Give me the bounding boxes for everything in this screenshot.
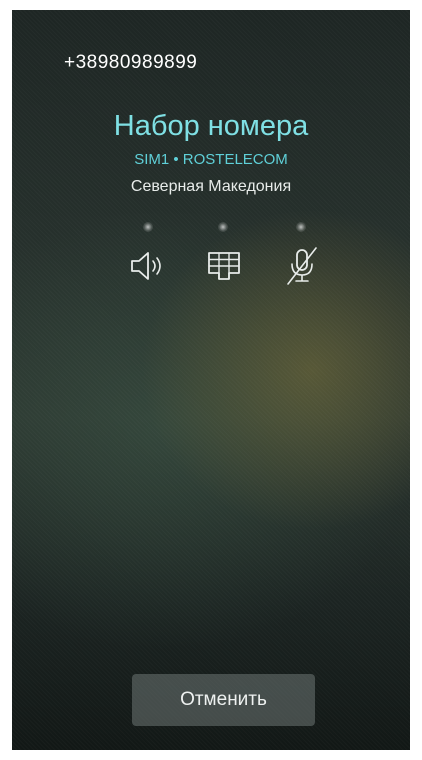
caller-location: Северная Македония bbox=[130, 178, 292, 195]
mute-button[interactable] bbox=[273, 222, 329, 298]
speaker-button[interactable] bbox=[120, 222, 176, 298]
speaker-icon bbox=[131, 252, 161, 280]
call-status: Набор номера bbox=[113, 110, 309, 142]
cancel-call-button[interactable]: Отменить bbox=[132, 674, 315, 726]
sim-operator-label: SIM1 • ROSTELECOM bbox=[134, 151, 288, 168]
phone-number: +38980989899 bbox=[64, 52, 198, 73]
keypad-icon bbox=[208, 252, 240, 280]
mute-microphone-icon bbox=[287, 247, 317, 285]
incoming-call-screen: +38980989899 Набор номера SIM1 • ROSTELE… bbox=[12, 10, 410, 750]
speaker-indicator-dot bbox=[143, 222, 153, 232]
keypad-button[interactable] bbox=[195, 222, 251, 298]
keypad-indicator-dot bbox=[218, 222, 228, 232]
mute-indicator-dot bbox=[296, 222, 306, 232]
